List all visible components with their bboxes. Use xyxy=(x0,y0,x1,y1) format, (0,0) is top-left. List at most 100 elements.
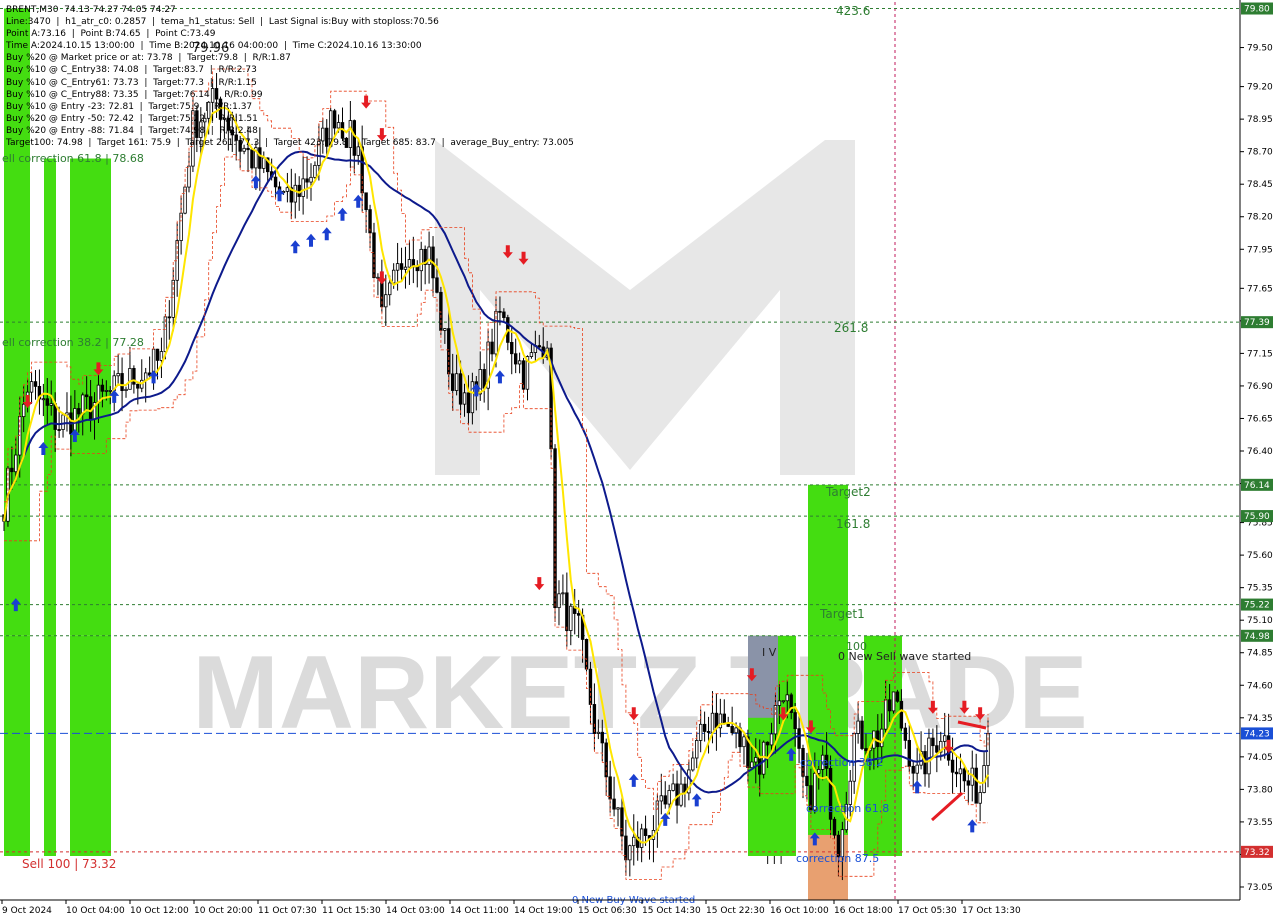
candle-body xyxy=(419,248,423,272)
price-tag: 75.90 xyxy=(1241,510,1273,523)
candle-body xyxy=(159,351,164,361)
price-tag: 75.22 xyxy=(1241,598,1273,611)
time-tick-label: 15 Oct 22:30 xyxy=(706,906,765,916)
time-tick-label: 16 Oct 10:00 xyxy=(770,906,829,916)
time-tick-label: 15 Oct 06:30 xyxy=(578,906,637,916)
time-tick-label: 10 Oct 12:00 xyxy=(130,906,189,916)
candle-body xyxy=(187,165,191,188)
candle-body xyxy=(124,388,128,391)
candle-body xyxy=(458,373,463,405)
candle-body xyxy=(41,398,46,401)
info-line: Buy %10 @ C_Entry61: 73.73 | Target:77.3… xyxy=(6,77,257,88)
candle-body xyxy=(33,381,38,387)
candle-body xyxy=(136,383,140,389)
candle-body xyxy=(403,266,408,270)
candle-body xyxy=(427,246,431,265)
candle-body xyxy=(84,394,89,398)
candle-body xyxy=(498,310,502,313)
candle-body xyxy=(415,266,419,272)
candle-body xyxy=(695,740,699,759)
price-tick-label: 76.65 xyxy=(1247,414,1273,424)
new-sell-wave-label: 0 New Sell wave started xyxy=(838,650,971,663)
candle-body xyxy=(293,184,297,203)
candle-body xyxy=(781,700,786,703)
candle-body xyxy=(769,733,774,746)
price-tick-label: 78.70 xyxy=(1247,148,1273,158)
candle-body xyxy=(883,699,888,730)
price-tick-label: 73.05 xyxy=(1247,883,1273,893)
candle-body xyxy=(81,394,85,415)
candle-body xyxy=(250,149,254,169)
candle-body xyxy=(962,768,967,782)
candle-body xyxy=(887,699,892,712)
candle-body xyxy=(805,775,809,787)
candle-body xyxy=(557,593,561,609)
candle-body xyxy=(395,263,400,271)
candle-body xyxy=(305,178,309,183)
candle-body xyxy=(21,403,26,418)
price-tag-label: 75.90 xyxy=(1244,512,1270,522)
wave-iii-label: I I I xyxy=(766,854,783,867)
price-tick-label: 75.35 xyxy=(1247,584,1273,594)
candle-body xyxy=(309,176,313,183)
time-tick-label: 14 Oct 11:00 xyxy=(450,906,509,916)
time-axis[interactable]: 9 Oct 2024 10 Oct 04:00 10 Oct 12:00 10 Oct… xyxy=(1,900,1021,916)
candle-body xyxy=(14,454,18,473)
candle-body xyxy=(931,737,935,747)
candle-body xyxy=(537,345,541,348)
price-tick-label: 78.95 xyxy=(1247,115,1273,125)
info-line: Time A:2024.10.15 13:00:00 | Time B:2024… xyxy=(6,41,422,52)
candle-body xyxy=(616,807,620,810)
candle-body xyxy=(569,605,573,631)
candle-body xyxy=(128,368,132,390)
candle-body xyxy=(120,373,124,391)
info-line: Buy %20 @ Entry -88: 71.84 | Target:74.9… xyxy=(6,125,258,136)
price-tick-label: 78.20 xyxy=(1247,213,1273,223)
price-tag: 76.14 xyxy=(1241,478,1273,491)
candle-body xyxy=(785,694,789,702)
candle-body xyxy=(895,691,900,702)
candle-body xyxy=(891,691,896,712)
candle-body xyxy=(943,735,947,742)
price-tick-label: 78.45 xyxy=(1247,180,1273,190)
candle-body xyxy=(663,795,667,805)
candle-body xyxy=(628,845,632,861)
correction-61-label: correction 61.8 xyxy=(806,802,889,815)
candle-body xyxy=(466,392,471,414)
candle-body xyxy=(600,731,604,744)
price-tag-label: 79.80 xyxy=(1244,5,1270,15)
indicator-info-panel: BRENT,M30 74.13 74.27 74.05 74.27 Line:34… xyxy=(6,4,574,149)
candle-body xyxy=(482,369,486,389)
price-tick-label: 79.50 xyxy=(1247,44,1273,54)
price-tag-label: 74.98 xyxy=(1244,632,1270,642)
candle-body xyxy=(612,798,616,810)
time-tick-label: 15 Oct 14:30 xyxy=(642,906,701,916)
price-tag: 74.23 xyxy=(1241,727,1273,740)
time-tick-label: 11 Oct 15:30 xyxy=(322,906,381,916)
candle-body xyxy=(364,192,368,211)
green-zone xyxy=(44,635,56,856)
time-tick-label: 16 Oct 18:00 xyxy=(834,906,893,916)
candle-body xyxy=(832,818,837,836)
time-tick-label: 17 Oct 13:30 xyxy=(962,906,1021,916)
candle-body xyxy=(907,739,911,767)
candle-body xyxy=(388,282,392,296)
candle-body xyxy=(313,164,317,178)
wave-iv-label: I V xyxy=(762,646,777,659)
candle-body xyxy=(954,771,959,775)
candle-body xyxy=(77,408,81,415)
candle-body xyxy=(667,790,671,805)
candle-body xyxy=(435,277,439,293)
candle-body xyxy=(848,780,852,805)
candle-body xyxy=(710,712,715,733)
candle-body xyxy=(108,390,112,392)
green-zone xyxy=(70,635,111,856)
candle-body xyxy=(57,429,61,431)
time-tick-label: 10 Oct 04:00 xyxy=(66,906,125,916)
price-tick-label: 76.90 xyxy=(1247,382,1273,392)
candle-body xyxy=(915,764,919,774)
info-line: Line:3470 | h1_atr_c0: 0.2857 | tema_h1_… xyxy=(6,17,439,28)
green-zone xyxy=(4,635,30,856)
candle-body xyxy=(285,187,290,192)
price-tick-label: 74.05 xyxy=(1247,753,1273,763)
